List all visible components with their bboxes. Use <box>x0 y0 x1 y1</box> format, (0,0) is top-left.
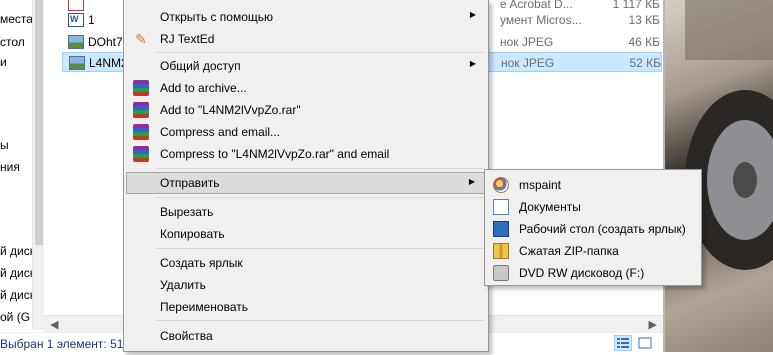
large-icons-view-icon <box>638 337 652 349</box>
menu-item-compress-and-email[interactable]: Compress and email... <box>126 121 486 143</box>
navigation-scrollbar[interactable] <box>32 0 44 330</box>
send-to-desktop-shortcut[interactable]: Рабочий стол (создать ярлык) <box>487 218 699 240</box>
file-size: 46 КБ <box>628 35 660 49</box>
menu-item-label: Свойства <box>160 329 213 343</box>
menu-item-add-to-rar[interactable]: Add to "L4NM2lVvpZo.rar" <box>126 99 486 121</box>
mspaint-icon <box>493 177 509 193</box>
menu-item-compress-to-rar-and-email[interactable]: Compress to "L4NM2lVvpZo.rar" and email <box>126 143 486 165</box>
file-size: 52 КБ <box>629 56 661 70</box>
menu-separator <box>156 168 484 169</box>
submenu-item-label: Рабочий стол (создать ярлык) <box>519 222 686 236</box>
submenu-item-label: Сжатая ZIP-папка <box>519 244 619 258</box>
menu-separator <box>156 320 484 321</box>
menu-item-label: Переименовать <box>160 300 248 314</box>
winrar-icon <box>133 146 149 162</box>
menu-item-label: Открыть с помощью <box>160 10 274 24</box>
large-icons-view-button[interactable] <box>636 335 654 351</box>
menu-item-label: RJ TextEd <box>160 32 215 46</box>
menu-item-label: Копировать <box>160 227 225 241</box>
file-size: 13 КБ <box>628 13 660 27</box>
menu-item-cut[interactable]: Вырезать <box>126 201 486 223</box>
submenu-arrow-icon: ▶ <box>469 10 476 19</box>
status-text: Выбран 1 элемент: 51,7 <box>0 337 134 351</box>
nav-item[interactable]: ы <box>0 138 9 152</box>
menu-item-label: Compress and email... <box>160 125 281 139</box>
context-menu: Открыть с помощью ▶ ✎ RJ TextEd Общий до… <box>123 0 489 352</box>
scrollbar-thumb[interactable] <box>35 0 43 245</box>
navigation-pane: места стол и ы ния й диск й диск й диск … <box>0 0 32 330</box>
menu-item-add-to-archive[interactable]: Add to archive... <box>126 77 486 99</box>
submenu-item-label: Документы <box>519 200 581 214</box>
pencil-icon: ✎ <box>135 31 147 47</box>
nav-item[interactable]: й диск <box>0 288 32 302</box>
send-to-submenu: mspaint Документы Рабочий стол (создать … <box>484 169 702 286</box>
menu-item-label: Отправить <box>160 176 220 190</box>
menu-separator <box>156 248 484 249</box>
word-document-icon <box>68 13 84 27</box>
menu-item-rj-texted[interactable]: ✎ RJ TextEd <box>126 28 486 50</box>
menu-separator <box>156 197 484 198</box>
details-view-icon <box>617 338 629 348</box>
winrar-icon <box>133 80 149 96</box>
zip-folder-icon <box>493 243 509 259</box>
menu-item-rename[interactable]: Переименовать <box>126 296 486 318</box>
nav-item[interactable]: й диск <box>0 244 32 258</box>
submenu-arrow-icon: ▶ <box>468 177 475 186</box>
file-name: 1 <box>88 13 95 27</box>
winrar-icon <box>133 102 149 118</box>
menu-item-create-shortcut[interactable]: Создать ярлык <box>126 252 486 274</box>
send-to-zip-folder[interactable]: Сжатая ZIP-папка <box>487 240 699 262</box>
menu-item-label: Add to "L4NM2lVvpZo.rar" <box>160 103 301 117</box>
menu-item-label: Общий доступ <box>160 59 241 73</box>
menu-item-label: Создать ярлык <box>160 256 243 270</box>
menu-item-label: Compress to "L4NM2lVvpZo.rar" and email <box>160 147 390 161</box>
file-type: нок JPEG <box>500 35 554 49</box>
jpeg-image-icon <box>69 56 85 70</box>
menu-item-properties[interactable]: Свойства <box>126 325 486 347</box>
nav-item[interactable]: и <box>0 55 7 69</box>
menu-item-label: Вырезать <box>160 205 214 219</box>
dvd-drive-icon <box>493 265 509 281</box>
nav-item[interactable]: места <box>0 12 32 26</box>
send-to-mspaint[interactable]: mspaint <box>487 174 699 196</box>
details-view-button[interactable] <box>614 335 632 351</box>
file-name: L4NM2 <box>89 56 128 70</box>
menu-item-label: Удалить <box>160 278 206 292</box>
nav-item[interactable]: ния <box>0 160 20 174</box>
file-type: умент Micros... <box>500 13 582 27</box>
submenu-item-label: mspaint <box>519 178 562 192</box>
submenu-item-label: DVD RW дисковод (F:) <box>519 266 645 280</box>
documents-icon <box>493 199 509 215</box>
jpeg-image-icon <box>68 35 84 49</box>
send-to-dvd-drive[interactable]: DVD RW дисковод (F:) <box>487 262 699 284</box>
scroll-left-arrow-icon[interactable]: ◀ <box>50 318 58 331</box>
menu-item-delete[interactable]: Удалить <box>126 274 486 296</box>
winrar-icon <box>133 124 149 140</box>
nav-item[interactable]: й диск <box>0 266 32 280</box>
menu-separator <box>156 52 484 53</box>
file-type: нок JPEG <box>501 56 555 70</box>
menu-item-open-with[interactable]: Открыть с помощью ▶ <box>126 6 486 28</box>
send-to-documents[interactable]: Документы <box>487 196 699 218</box>
menu-item-label: Add to archive... <box>160 81 247 95</box>
scroll-right-arrow-icon[interactable]: ▶ <box>649 318 657 331</box>
menu-item-copy[interactable]: Копировать <box>126 223 486 245</box>
menu-item-share[interactable]: Общий доступ ▶ <box>126 55 486 77</box>
nav-item[interactable]: ой (G <box>0 310 30 324</box>
submenu-arrow-icon: ▶ <box>469 59 476 68</box>
nav-item[interactable]: стол <box>0 35 25 49</box>
desktop-icon <box>493 221 509 237</box>
menu-item-send-to[interactable]: Отправить ▶ <box>126 172 486 194</box>
